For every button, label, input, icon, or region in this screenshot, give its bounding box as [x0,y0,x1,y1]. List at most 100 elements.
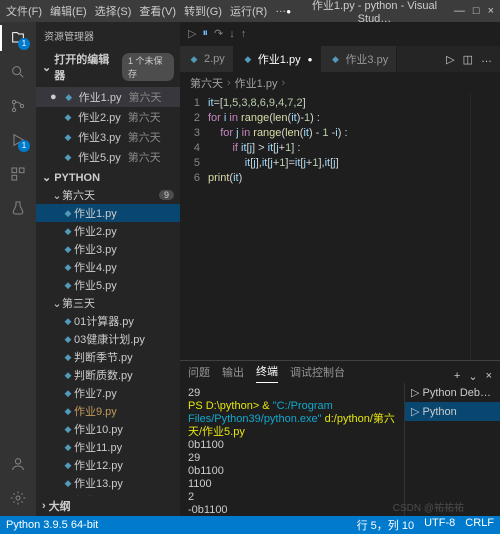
tree-file[interactable]: 作业10.py [36,420,180,438]
python-file-icon [242,53,254,65]
run-debug-icon[interactable]: 1 [8,130,28,150]
panel: 问题输出终端调试控制台 + ⌄ × 29PS D:\python> & "C:/Pro… [180,360,500,516]
tree-file[interactable]: 作业7.py [36,384,180,402]
python-file-icon [329,53,341,65]
panel-tab[interactable]: 输出 [222,361,244,383]
tree-file[interactable]: 作业9.py [36,402,180,420]
open-editor-item[interactable]: 作业5.py第六天 [36,147,180,167]
menu-item[interactable]: 查看(V) [139,3,176,19]
chevron-down-icon[interactable]: ⌄ [468,370,477,383]
menu-item[interactable]: 编辑(E) [50,3,87,19]
tree-folder[interactable]: ⌄第三天 [36,294,180,312]
status-item[interactable]: 行 5，列 10 [357,517,414,533]
open-editor-item[interactable]: ●作业1.py第六天 [36,87,180,107]
tree-label: 作业11.py [74,439,122,455]
menu-item[interactable]: 文件(F) [6,3,42,19]
tree-file[interactable]: 01计算器.py [36,312,180,330]
step-out-icon[interactable]: ↑ [241,28,247,40]
file-path: 第六天 [128,109,161,125]
step-into-icon[interactable]: ↓ [229,28,235,40]
pause-icon[interactable]: ⏸ [202,27,208,40]
tree-file[interactable]: 判断季节.py [36,348,180,366]
tree-folder[interactable]: ⌄第六天9 [36,186,180,204]
file-path: 第六天 [128,129,161,145]
gear-icon[interactable] [8,488,28,508]
terminal-option[interactable]: ▷ Python [405,402,500,421]
python-file-icon [62,387,74,399]
menu-item[interactable]: 转到(G) [184,3,222,19]
more-icon[interactable]: … [481,53,492,65]
testing-icon[interactable] [8,198,28,218]
terminal-option[interactable]: ▷ Python Deb… [405,383,500,402]
tree-file[interactable]: 作业4.py [36,258,180,276]
editor-area: ▷ ⏸ ↷ ↓ ↑ 2.py作业1.py作业3.py▷◫… 第六天 › 作业1.… [180,22,500,516]
code-editor[interactable]: 123456 it=[1,5,3,8,6,9,4,7,2]for i in ra… [180,94,500,360]
panel-tab[interactable]: 终端 [256,360,278,383]
python-file-icon [62,207,74,219]
panel-tabs: 问题输出终端调试控制台 + ⌄ × [180,361,500,383]
python-file-icon [62,315,74,327]
search-icon[interactable] [8,62,28,82]
step-over-icon[interactable]: ↷ [214,27,223,40]
extensions-icon[interactable] [8,164,28,184]
tree-file[interactable]: 作业1.py [36,204,180,222]
outline-header[interactable]: ›大纲 [36,496,180,516]
menu-item[interactable]: 运行(R) [230,3,267,19]
menu-more[interactable]: … [275,3,286,19]
continue-icon[interactable]: ▷ [188,27,196,40]
breadcrumb[interactable]: 第六天 › 作业1.py › [180,72,500,94]
tree-label: 作业5.py [74,277,117,293]
add-terminal-icon[interactable]: + [454,370,460,383]
tree-file[interactable]: 作业5.py [36,276,180,294]
open-editor-item[interactable]: 作业2.py第六天 [36,107,180,127]
open-editor-item[interactable]: 作业3.py第六天 [36,127,180,147]
python-file-icon [62,279,74,291]
status-python[interactable]: Python 3.9.5 64-bit [6,519,98,531]
workspace-header[interactable]: ⌄PYTHON [36,169,180,186]
window-button[interactable]: × [488,5,494,17]
explorer-icon[interactable]: 1 [8,28,28,48]
tree-label: 判断季节.py [74,349,133,365]
source-control-icon[interactable] [8,96,28,116]
open-editors-header[interactable]: ⌄打开的编辑器1 个未保存 [36,49,180,85]
status-item[interactable]: CRLF [465,517,494,533]
tree-label: 第六天 [62,187,95,203]
python-file-icon [62,131,74,143]
tree-file[interactable]: 作业13.py [36,474,180,492]
tree-label: 作业12.py [74,457,123,473]
tree-file[interactable]: 03健康计划.py [36,330,180,348]
split-icon[interactable]: ◫ [463,53,473,66]
tree-file[interactable]: 作业2.py [36,222,180,240]
tree-file[interactable]: 判断质数.py [36,366,180,384]
python-file-icon [62,243,74,255]
menu-item[interactable]: 选择(S) [95,3,132,19]
watermark: CSDN @祐祐祐 [393,499,464,514]
editor-tab[interactable]: 作业3.py [321,46,397,72]
tree-file[interactable]: 作业3.py [36,240,180,258]
panel-tab[interactable]: 问题 [188,361,210,383]
menu-bar: 文件(F) 编辑(E) 选择(S) 查看(V) 转到(G) 运行(R) … [6,3,286,19]
window-button[interactable]: — [454,5,465,17]
account-icon[interactable] [8,454,28,474]
editor-tab[interactable]: 2.py [180,46,234,72]
terminal[interactable]: 29PS D:\python> & "C:/Program Files/Pyth… [180,383,404,516]
tree-label: 作业4.py [74,259,117,275]
tree-label: 作业7.py [74,385,117,401]
breadcrumb-item[interactable]: 第六天 [190,75,223,91]
tree-label: 作业2.py [74,223,117,239]
outline-label: 大纲 [49,498,71,514]
open-editors-list: ●作业1.py第六天作业2.py第六天作业3.py第六天作业5.py第六天 [36,85,180,169]
breadcrumb-item[interactable]: 作业1.py [235,75,278,91]
panel-tab[interactable]: 调试控制台 [290,361,345,383]
python-file-icon [62,459,74,471]
close-icon[interactable]: × [486,370,492,383]
minimap[interactable] [470,94,500,360]
run-icon[interactable]: ▷ [446,53,454,66]
window-button[interactable]: □ [473,5,480,17]
activity-bar: 1 1 [0,22,36,516]
python-file-icon [62,351,74,363]
status-item[interactable]: UTF-8 [424,517,455,533]
editor-tab[interactable]: 作业1.py [234,46,322,72]
tree-file[interactable]: 作业12.py [36,456,180,474]
tree-file[interactable]: 作业11.py [36,438,180,456]
